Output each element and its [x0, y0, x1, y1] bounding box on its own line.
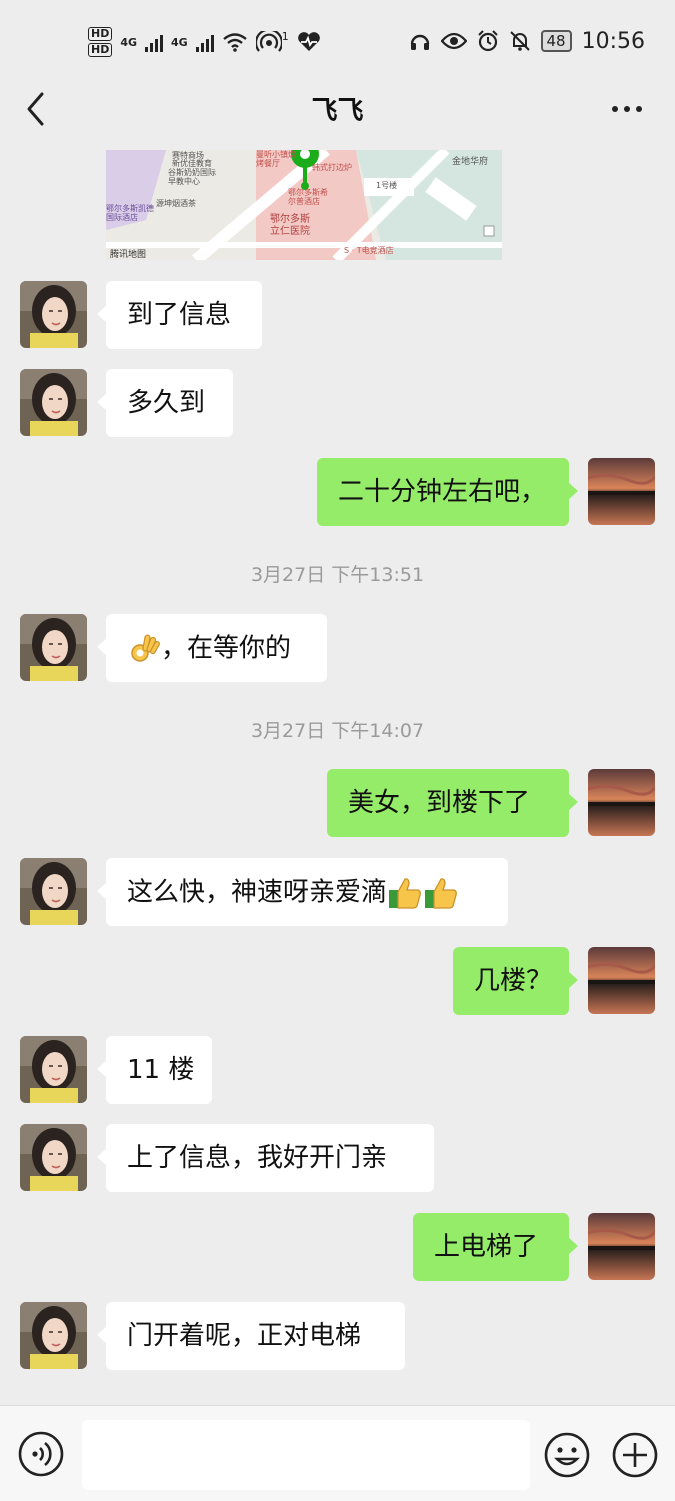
message-text: 11 楼 — [127, 1055, 195, 1085]
message-text: 二十分钟左右吧， — [338, 477, 547, 507]
contact-avatar[interactable] — [20, 858, 87, 925]
contact-avatar[interactable] — [20, 1124, 87, 1191]
map-label: 鄂尔多斯希尔普酒店 — [288, 188, 328, 206]
map-label: 金地华府 — [452, 157, 489, 167]
voice-icon[interactable] — [18, 1431, 64, 1477]
map-label: 1号楼 — [376, 181, 398, 190]
map-label: S · T电竞酒店 — [344, 246, 394, 255]
map-label: 谷斯奶奶国际早教中心 — [168, 168, 216, 186]
map-label: 鄂尔多斯凯德国际酒店 — [106, 204, 154, 222]
outgoing-message[interactable]: 二十分钟左右吧， — [317, 458, 578, 526]
status-left: HD HD 4G 4G 1 — [88, 22, 321, 62]
message-text: 上电梯了 — [434, 1232, 539, 1262]
outgoing-message[interactable]: 上电梯了 — [413, 1213, 578, 1281]
incoming-message[interactable]: 这么快，神速呀亲爱滴 — [97, 858, 508, 926]
alarm-icon — [477, 30, 498, 52]
contact-avatar[interactable] — [20, 614, 87, 681]
message-text: 门开着呢，正对电梯 — [127, 1321, 362, 1351]
incoming-message[interactable]: ，在等你的 — [97, 614, 327, 682]
wifi-icon — [222, 33, 247, 52]
signal-icon — [145, 32, 164, 52]
message-text: ，在等你的 — [161, 633, 292, 664]
status-right: 48 10:56 — [409, 26, 645, 56]
message-text: 到了信息 — [127, 300, 232, 330]
my-avatar[interactable] — [588, 458, 655, 525]
map-labels: 赛特商场 新优佳教育 谷斯奶奶国际早教中心 鄂尔多斯凯德国际酒店 源坤烟酒茶 曼… — [106, 150, 502, 260]
contact-avatar[interactable] — [20, 369, 87, 436]
status-time: 10:56 — [581, 28, 645, 54]
ok-hand-icon — [131, 634, 160, 662]
chat-header: 飞飞 — [0, 78, 675, 140]
timestamp: 3月27日 下午13:51 — [250, 564, 425, 586]
message-text: 上了信息，我好开门亲 — [127, 1143, 388, 1173]
incoming-message[interactable]: 门开着呢，正对电梯 — [97, 1302, 405, 1370]
message-text: 这么快，神速呀亲爱滴 — [127, 877, 388, 908]
health-heart-icon — [297, 32, 320, 51]
message-input[interactable] — [82, 1420, 530, 1490]
message-text: 多久到 — [127, 388, 206, 418]
incoming-message[interactable]: 多久到 — [97, 369, 233, 437]
thumbs-up-icon — [425, 878, 457, 909]
map-watermark: 腾讯地图 — [110, 250, 147, 260]
thumbs-up-icon — [389, 878, 421, 909]
network-label-2: 4G — [171, 35, 188, 49]
incoming-message[interactable]: 上了信息，我好开门亲 — [97, 1124, 434, 1192]
more-icon[interactable] — [607, 94, 647, 124]
contact-avatar[interactable] — [20, 1302, 87, 1369]
outgoing-message[interactable]: 美女，到楼下了 — [327, 769, 578, 837]
message-text: 几楼？ — [474, 966, 553, 996]
plus-icon[interactable] — [611, 1431, 659, 1479]
map-label: 曼听小镇烧烤餐厅 — [256, 150, 296, 168]
input-bar — [0, 1405, 675, 1501]
map-label: 源坤烟酒茶 — [156, 199, 196, 208]
location-map-card[interactable]: 赛特商场 新优佳教育 谷斯奶奶国际早教中心 鄂尔多斯凯德国际酒店 源坤烟酒茶 曼… — [106, 150, 502, 260]
incoming-message[interactable]: 到了信息 — [97, 281, 262, 349]
contact-avatar[interactable] — [20, 1036, 87, 1103]
map-label: 韩式打边炉 — [312, 163, 352, 172]
contact-avatar[interactable] — [20, 281, 87, 348]
my-avatar[interactable] — [588, 1213, 655, 1280]
headphones-icon — [410, 34, 429, 50]
mute-bell-icon — [509, 31, 530, 51]
signal-icon-2 — [195, 32, 214, 52]
eye-icon — [440, 32, 467, 50]
my-avatar[interactable] — [588, 947, 655, 1014]
hd1-badge: HD — [88, 27, 113, 41]
network-label-1: 4G — [120, 35, 138, 49]
my-avatar[interactable] — [588, 769, 655, 836]
status-bar: HD HD 4G 4G 1 48 10:56 — [0, 0, 675, 78]
hotspot-icon — [255, 31, 282, 52]
battery-indicator: 48 — [540, 30, 572, 52]
message-text: 美女，到楼下了 — [348, 788, 531, 818]
outgoing-message[interactable]: 几楼？ — [453, 947, 578, 1015]
map-label: 鄂尔多斯立仁医院 — [270, 214, 310, 237]
hotspot-count: 1 — [281, 29, 289, 43]
chat-title: 飞飞 — [311, 96, 364, 126]
incoming-message[interactable]: 11 楼 — [97, 1036, 212, 1104]
timestamp: 3月27日 下午14:07 — [250, 720, 425, 742]
hd2-badge: HD — [88, 43, 113, 57]
emoji-icon[interactable] — [543, 1431, 591, 1479]
